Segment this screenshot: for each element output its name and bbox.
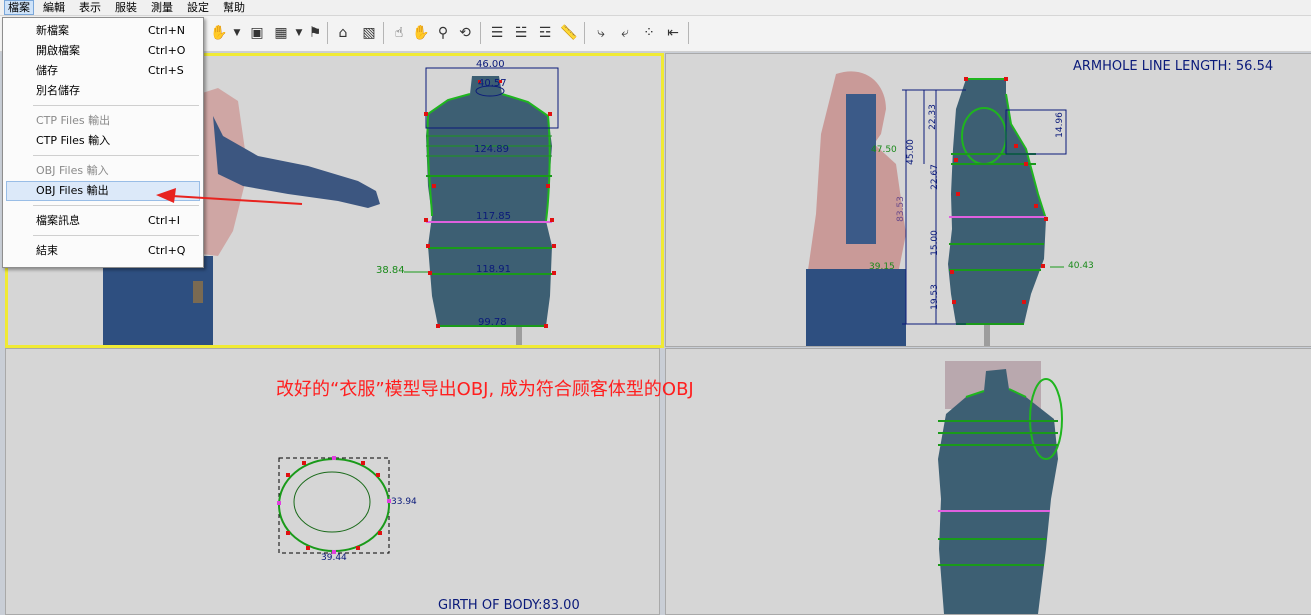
menu-item-ctp-import[interactable]: CTP Files 輸入 xyxy=(6,131,200,151)
side-bottom-length-label: 19.53 xyxy=(929,284,940,310)
shirt-icon[interactable]: ⌂ xyxy=(334,24,352,42)
layout-icon[interactable]: ▣ xyxy=(248,24,266,42)
side-total-upper-label: 45.00 xyxy=(905,139,916,165)
pan-icon[interactable]: ✋ xyxy=(412,24,430,42)
menu-file[interactable]: 檔案 xyxy=(4,0,34,15)
side-hip-length-label: 15.00 xyxy=(929,230,940,256)
hand-tool-icon[interactable]: ✋ xyxy=(210,24,228,42)
menu-help[interactable]: 幫助 xyxy=(220,0,248,15)
menu-settings[interactable]: 設定 xyxy=(184,0,212,15)
annotation-arrow xyxy=(156,188,303,205)
menu-item-file-info[interactable]: 檔案訊息 Ctrl+I xyxy=(6,211,200,231)
side-mid-length-label: 22.67 xyxy=(929,164,940,190)
measure-lines-icon[interactable]: ☱ xyxy=(512,24,530,42)
select-icon[interactable]: ☝ xyxy=(390,24,408,42)
side-full-length-label: 83.53 xyxy=(895,196,906,222)
menu-separator xyxy=(33,155,199,156)
texture-icon[interactable]: ▦ xyxy=(272,24,290,42)
menu-item-exit[interactable]: 結束 Ctrl+Q xyxy=(6,241,200,261)
chevron-down-icon[interactable]: ▼ xyxy=(228,24,246,42)
menu-item-save-as[interactable]: 別名儲存 xyxy=(6,81,200,101)
side-hip-depth-label: 39.15 xyxy=(869,262,895,272)
menu-item-save[interactable]: 儲存 Ctrl+S xyxy=(6,61,200,81)
armhole-depth-label: 14.96 xyxy=(1054,112,1065,138)
rotate-icon[interactable]: ⟲ xyxy=(456,24,474,42)
ruler-icon[interactable]: 📏 xyxy=(560,24,578,42)
zoom-icon[interactable]: ⚲ xyxy=(434,24,452,42)
align-icon[interactable]: ⇤ xyxy=(664,24,682,42)
menu-item-open-file[interactable]: 開啟檔案 Ctrl+O xyxy=(6,41,200,61)
flag-icon[interactable]: ⚑ xyxy=(306,24,324,42)
toolbar-separator xyxy=(327,22,328,44)
toolbar-separator xyxy=(383,22,384,44)
points-icon[interactable]: ⁘ xyxy=(640,24,658,42)
3d-view-pane[interactable] xyxy=(665,348,1311,615)
chest-girth-label: 124.89 xyxy=(474,144,509,155)
hip-girth-label: 118.91 xyxy=(476,264,511,275)
menu-bar: 檔案 編輯 表示 服裝 測量 設定 幫助 xyxy=(0,0,1311,16)
menu-measure[interactable]: 測量 xyxy=(148,0,176,15)
menu-separator xyxy=(33,105,199,106)
waist-girth-label: 117.85 xyxy=(476,211,511,222)
curve-edit-icon[interactable]: ⤶ xyxy=(616,24,634,42)
menu-view[interactable]: 表示 xyxy=(76,0,104,15)
section-depth-label: 33.94 xyxy=(391,497,417,507)
girth-of-body-label: GIRTH OF BODY:83.00 xyxy=(438,598,580,613)
image-icon[interactable]: ▧ xyxy=(360,24,378,42)
side-chest-depth-label: 47.50 xyxy=(871,145,897,155)
menu-item-ctp-export: CTP Files 輸出 xyxy=(36,114,111,127)
toolbar-separator xyxy=(688,22,689,44)
side-view-pane[interactable]: ARMHOLE LINE LENGTH: 56.54 22.33 45.00 2… xyxy=(665,53,1311,347)
file-menu-dropdown: 新檔案 Ctrl+N 開啟檔案 Ctrl+O 儲存 Ctrl+S 別名儲存 CTP F… xyxy=(2,17,204,268)
measure-line-icon[interactable]: ☰ xyxy=(488,24,506,42)
side-length-label: 38.84 xyxy=(376,265,405,276)
menu-item-new-file[interactable]: 新檔案 Ctrl+N xyxy=(6,21,200,41)
neck-width-label: 40.57 xyxy=(478,78,507,89)
curve-icon[interactable]: ⤷ xyxy=(592,24,610,42)
shoulder-width-label: 46.00 xyxy=(476,59,505,70)
toolbar-separator xyxy=(584,22,585,44)
side-upper-length-label: 22.33 xyxy=(927,104,938,130)
side-view-canvas[interactable] xyxy=(666,54,1311,346)
measure-grid-icon[interactable]: ☲ xyxy=(536,24,554,42)
menu-item-obj-import: OBJ Files 輸入 xyxy=(36,164,109,177)
menu-clothing[interactable]: 服裝 xyxy=(112,0,140,15)
3d-view-canvas[interactable] xyxy=(666,349,1311,614)
side-seat-label: 40.43 xyxy=(1068,261,1094,271)
hem-width-label: 99.78 xyxy=(478,317,507,328)
menu-edit[interactable]: 編輯 xyxy=(40,0,68,15)
annotation-text: 改好的“衣服”模型导出OBJ, 成为符合顾客体型的OBJ xyxy=(276,379,694,400)
menu-separator xyxy=(33,235,199,236)
armhole-length-title: ARMHOLE LINE LENGTH: 56.54 xyxy=(1073,59,1274,74)
section-width-label: 39.44 xyxy=(321,553,347,563)
toolbar-separator xyxy=(480,22,481,44)
